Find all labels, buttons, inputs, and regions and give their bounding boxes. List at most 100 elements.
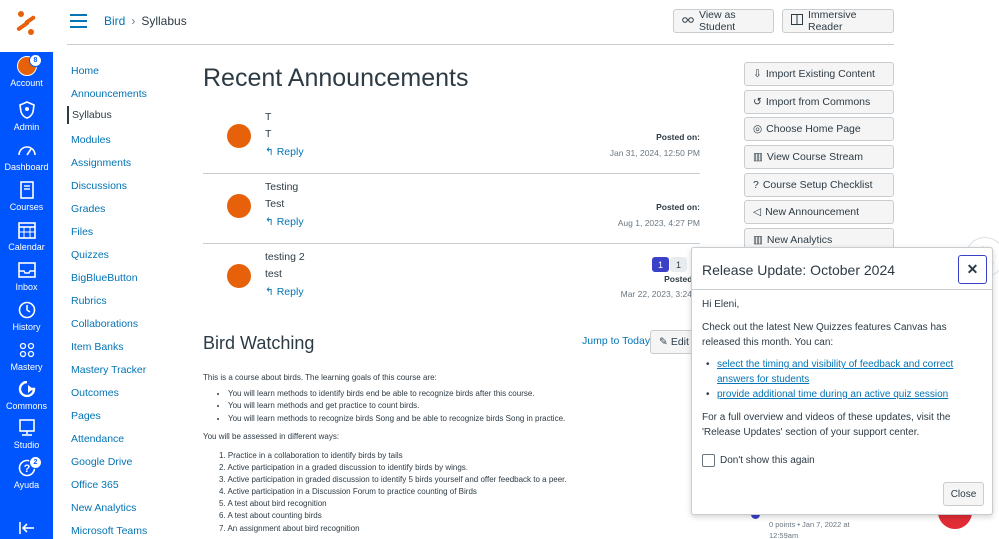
reply-icon: ↰ xyxy=(265,286,277,298)
button-label: View Course Stream xyxy=(766,151,864,163)
avatar[interactable] xyxy=(227,194,251,218)
import-existing-content-button[interactable]: ⇩ Import Existing Content xyxy=(744,62,894,86)
reply-link[interactable]: ↰ Reply xyxy=(265,216,304,228)
button-label: New Analytics xyxy=(766,234,833,246)
nav-calendar[interactable]: Calendar xyxy=(0,220,53,259)
nav-studio[interactable]: Studio xyxy=(0,418,53,457)
edit-label: Edit xyxy=(670,336,689,348)
posted-date: Jan 31, 2024, 12:50 PM xyxy=(609,148,700,158)
course-nav-new-analytics[interactable]: New Analytics xyxy=(67,499,182,517)
nav-ayuda[interactable]: ? 2 Ayuda xyxy=(0,456,53,497)
nav-mastery[interactable]: Mastery xyxy=(0,340,53,379)
course-nav-pages[interactable]: Pages xyxy=(67,407,182,425)
nav-label: Admin xyxy=(13,122,40,132)
course-nav-outcomes[interactable]: Outcomes xyxy=(67,384,182,402)
announcement-item: T T ↰ Reply Posted on: Jan 31, 2024, 12:… xyxy=(203,104,700,174)
dialog-title: Release Update: October 2024 xyxy=(702,262,896,278)
reply-link[interactable]: ↰ Reply xyxy=(265,286,304,298)
import-from-commons-button[interactable]: ↺ Import from Commons xyxy=(744,90,894,114)
course-nav-google-drive[interactable]: Google Drive xyxy=(67,453,182,471)
pagination-page[interactable]: 1 xyxy=(670,257,687,272)
course-nav-rubrics[interactable]: Rubrics xyxy=(67,292,182,310)
course-nav-assignments[interactable]: Assignments xyxy=(67,154,182,172)
course-nav-mastery-tracker[interactable]: Mastery Tracker xyxy=(67,361,182,379)
course-nav-syllabus[interactable]: Syllabus xyxy=(67,106,182,124)
immersive-reader-label: Immersive Reader xyxy=(808,9,857,33)
choose-home-page-button[interactable]: ◎ Choose Home Page xyxy=(744,117,894,141)
reply-icon: ↰ xyxy=(265,146,277,158)
course-nav-attendance[interactable]: Attendance xyxy=(67,430,182,448)
announcement-message: T xyxy=(265,128,272,140)
bar-chart-icon: ▥ xyxy=(753,151,763,163)
button-label: Choose Home Page xyxy=(766,123,861,135)
announcement-message: test xyxy=(265,268,282,280)
announcement-title[interactable]: Testing xyxy=(265,181,298,193)
posted-on-label: Posted on: xyxy=(656,132,700,142)
nav-history[interactable]: History xyxy=(0,300,53,339)
nav-dashboard[interactable]: Dashboard xyxy=(0,140,53,179)
dont-show-again-checkbox[interactable] xyxy=(702,454,715,467)
jump-to-today-link[interactable]: Jump to Today xyxy=(582,335,650,347)
collapse-arrow-icon xyxy=(17,518,37,538)
feature-link-additional-time[interactable]: provide additional time during an active… xyxy=(706,387,977,402)
course-nav-microsoft-teams[interactable]: Microsoft Teams xyxy=(67,522,182,539)
course-menu-toggle[interactable] xyxy=(70,14,87,28)
reply-label: Reply xyxy=(276,146,304,158)
posted-date: Aug 1, 2023, 4:27 PM xyxy=(617,218,700,228)
view-as-student-button[interactable]: View as Student xyxy=(673,9,774,33)
course-nav-grades[interactable]: Grades xyxy=(67,200,182,218)
notification-badge: 8 xyxy=(29,54,42,67)
nav-admin[interactable]: Admin xyxy=(0,100,53,139)
nav-inbox[interactable]: Inbox xyxy=(0,260,53,299)
canvas-logo[interactable] xyxy=(0,0,53,52)
megaphone-icon: ◁ xyxy=(753,206,762,218)
goals-list: You will learn methods to identify birds… xyxy=(203,388,603,426)
assessed-text: You will be assessed in different ways: xyxy=(203,432,340,441)
syllabus-body: This is a course about birds. The learni… xyxy=(203,372,603,535)
announcement-title[interactable]: testing 2 xyxy=(265,251,305,263)
nav-account[interactable]: 8 Account xyxy=(0,54,53,95)
course-nav-discussions[interactable]: Discussions xyxy=(67,177,182,195)
dialog-intro: Check out the latest New Quizzes feature… xyxy=(702,322,947,348)
new-announcement-button[interactable]: ◁ New Announcement xyxy=(744,200,894,224)
avatar[interactable] xyxy=(227,124,251,148)
commons-icon xyxy=(17,379,37,399)
pencil-icon: ✎ xyxy=(659,336,668,348)
course-nav-announcements[interactable]: Announcements xyxy=(67,85,182,103)
course-nav-quizzes[interactable]: Quizzes xyxy=(67,246,182,264)
view-course-stream-button[interactable]: ▥ View Course Stream xyxy=(744,145,894,169)
reply-link[interactable]: ↰ Reply xyxy=(265,146,304,158)
inbox-icon xyxy=(17,260,37,280)
dialog-greeting: Hi Eleni, xyxy=(702,299,740,310)
course-nav-item-banks[interactable]: Item Banks xyxy=(67,338,182,356)
dialog-close-icon[interactable]: ✕ xyxy=(958,255,987,284)
breadcrumb-course-link[interactable]: Bird xyxy=(104,14,125,28)
immersive-reader-button[interactable]: Immersive Reader xyxy=(782,9,894,33)
course-setup-checklist-button[interactable]: ? Course Setup Checklist xyxy=(744,173,894,197)
course-nav-home[interactable]: Home xyxy=(67,62,182,80)
list-item: 5. A test about bird recognition xyxy=(219,499,327,509)
announcement-title[interactable]: T xyxy=(265,111,271,123)
collapse-nav-button[interactable] xyxy=(0,518,53,539)
nav-label: History xyxy=(12,322,41,332)
nav-label: Ayuda xyxy=(13,480,40,490)
list-item: 7. An assignment about bird recognition xyxy=(219,523,360,533)
syllabus-intro: This is a course about birds. The learni… xyxy=(203,373,437,382)
pagination-page-current[interactable]: 1 xyxy=(652,257,669,272)
list-item: You will learn methods and get practice … xyxy=(228,400,603,413)
book-icon xyxy=(17,180,37,200)
course-nav-files[interactable]: Files xyxy=(67,223,182,241)
nav-commons[interactable]: Commons xyxy=(0,379,53,418)
avatar[interactable] xyxy=(227,264,251,288)
nav-courses[interactable]: Courses xyxy=(0,180,53,219)
button-label: New Announcement xyxy=(765,206,860,218)
course-nav-office-365[interactable]: Office 365 xyxy=(67,476,182,494)
feature-link-feedback[interactable]: select the timing and visibility of feed… xyxy=(706,357,977,387)
list-item: 1. Practice in a collaboration to identi… xyxy=(219,450,403,460)
dont-show-again-label[interactable]: Don't show this again xyxy=(720,455,815,466)
course-nav-modules[interactable]: Modules xyxy=(67,131,182,149)
course-nav-collaborations[interactable]: Collaborations xyxy=(67,315,182,333)
dialog-close-button[interactable]: Close xyxy=(943,482,984,506)
course-nav-bigbluebutton[interactable]: BigBlueButton xyxy=(67,269,182,287)
import-icon: ⇩ xyxy=(753,68,762,80)
